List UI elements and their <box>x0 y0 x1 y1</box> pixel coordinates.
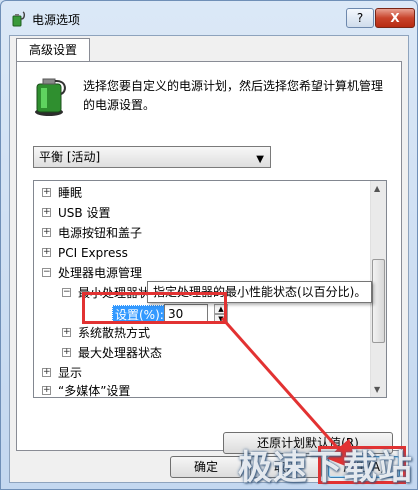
watermark-text: 极速下载站 <box>238 448 413 488</box>
annotation-arrow-icon <box>220 317 358 471</box>
